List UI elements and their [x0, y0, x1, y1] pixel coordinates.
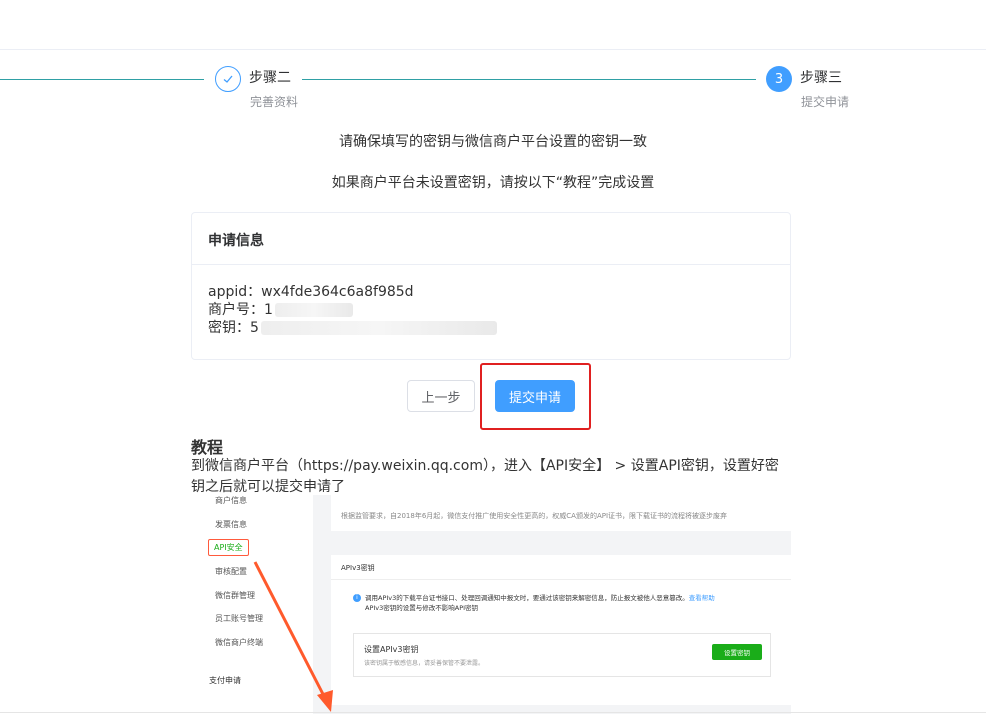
application-info-card: 申请信息 appid：wx4fde364c6a8f985d 商户号：1 密钥：5 — [191, 212, 791, 360]
step-3-desc: 提交申请 — [801, 95, 850, 109]
sidebar-item: 微信群管理 — [215, 591, 255, 600]
screenshot-info-text: 调用APIv3的下载平台证书接口、处理回调通知中报文时，要通过该密钥来解密信息，… — [365, 594, 689, 602]
submit-highlight-box — [480, 363, 591, 430]
notice-line-1: 请确保填写的密钥与微信商户平台设置的密钥一致 — [339, 134, 647, 150]
screenshot-section-title: APIv3密钥 — [341, 564, 375, 572]
merchant-id-redacted — [274, 303, 353, 317]
top-bar — [0, 0, 986, 50]
key-value: 5 — [250, 320, 259, 336]
step-2-check-icon — [215, 66, 241, 92]
screenshot-key-box: 设置APIv3密钥 该密钥属于敏感信息，请妥善保管不要泄露。 设置密钥 — [353, 633, 771, 677]
tutorial-screenshot: 商户信息 发票信息 API安全 审核配置 微信群管理 员工账号管理 微信商户终端… — [191, 495, 791, 714]
step-2-desc: 完善资料 — [250, 95, 299, 109]
step-3-title: 步骤三 — [800, 70, 842, 86]
card-title: 申请信息 — [192, 213, 790, 265]
step-connector — [302, 79, 756, 80]
sidebar-item: 商户信息 — [215, 496, 247, 505]
step-connector — [0, 79, 204, 80]
merchant-id-label: 商户号： — [208, 302, 264, 318]
screenshot-info-line2: APIv3密钥的设置与修改不影响API密钥 — [365, 604, 479, 612]
sidebar-item: 员工账号管理 — [215, 614, 263, 623]
sidebar-item: 微信商户终端 — [215, 638, 263, 647]
screenshot-notice: 根据监管要求，自2018年6月起，微信支付推广使用安全性更高的，权威CA颁发的A… — [331, 495, 791, 531]
screenshot-box-sub: 该密钥属于敏感信息，请妥善保管不要泄露。 — [364, 660, 485, 667]
sidebar-item: 支付申请 — [209, 676, 241, 685]
check-icon — [223, 75, 233, 83]
screenshot-help-link: 查看帮助 — [688, 594, 715, 602]
step-3-number: 3 — [766, 66, 792, 92]
merchant-id-value: 1 — [264, 302, 273, 318]
info-icon: i — [353, 594, 361, 602]
card-body: appid：wx4fde364c6a8f985d 商户号：1 密钥：5 — [192, 265, 790, 355]
step-2-title: 步骤二 — [249, 70, 291, 86]
tutorial-text: 到微信商户平台（https://pay.weixin.qq.com），进入【AP… — [191, 458, 779, 495]
key-redacted — [260, 321, 497, 335]
screenshot-set-key-button: 设置密钥 — [712, 644, 762, 660]
key-row: 密钥：5 — [208, 319, 774, 337]
appid-row: appid：wx4fde364c6a8f985d — [208, 283, 774, 301]
sidebar-item: 发票信息 — [215, 520, 247, 529]
screenshot-sidebar: 商户信息 发票信息 API安全 审核配置 微信群管理 员工账号管理 微信商户终端… — [191, 495, 313, 714]
prev-step-button[interactable]: 上一步 — [407, 380, 475, 412]
steps-bar: 步骤二 完善资料 3 步骤三 提交申请 — [0, 50, 986, 120]
tutorial-title: 教程 — [191, 438, 224, 457]
notice-line-2: 如果商户平台未设置密钥，请按以下“教程”完成设置 — [331, 175, 655, 191]
key-label: 密钥： — [208, 320, 250, 336]
sidebar-item-api-security: API安全 — [208, 539, 249, 556]
screenshot-apiv3-panel: APIv3密钥 i 调用APIv3的下载平台证书接口、处理回调通知中报文时，要通… — [331, 555, 791, 705]
appid-label: appid： — [208, 284, 262, 300]
merchant-id-row: 商户号：1 — [208, 301, 774, 319]
divider — [331, 579, 791, 580]
screenshot-box-title: 设置APIv3密钥 — [364, 645, 419, 654]
appid-value: wx4fde364c6a8f985d — [261, 284, 414, 300]
sidebar-item: 审核配置 — [215, 567, 247, 576]
bottom-divider — [0, 712, 986, 713]
screenshot-info: 调用APIv3的下载平台证书接口、处理回调通知中报文时，要通过该密钥来解密信息，… — [365, 593, 765, 613]
